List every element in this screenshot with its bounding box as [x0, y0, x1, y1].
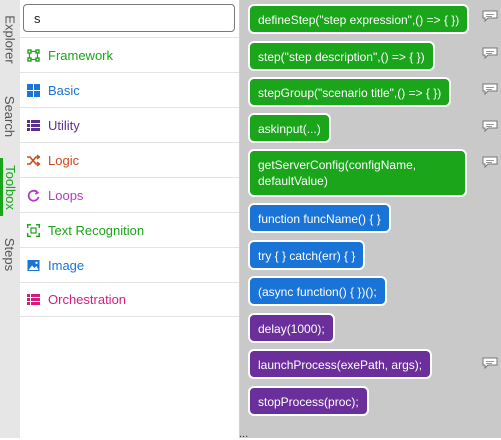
block-async-function[interactable]: (async function() { })(); — [248, 276, 387, 306]
category-basic-label: Basic — [48, 82, 80, 98]
category-logic[interactable]: Logic — [20, 142, 239, 177]
category-logic-label: Logic — [48, 152, 80, 168]
category-image[interactable]: Image — [20, 247, 239, 282]
comment-icon[interactable] — [482, 10, 498, 22]
category-utility-label: Utility — [48, 117, 80, 133]
orchestration-icon — [27, 293, 40, 306]
tab-explorer-label: Explorer — [2, 14, 18, 64]
category-framework-label: Framework — [48, 47, 114, 63]
block-try-catch[interactable]: try { } catch(err) { } — [248, 240, 366, 270]
utility-icon — [27, 119, 40, 132]
category-orchestration-label: Orchestration — [48, 292, 127, 307]
block-workspace[interactable]: defineStep("step expression",() => { }) … — [240, 0, 501, 438]
category-list: Framework Basic Utility Logic Loops Text… — [20, 37, 239, 317]
category-text-recognition[interactable]: Text Recognition — [20, 212, 239, 247]
category-text-recognition-label: Text Recognition — [48, 222, 145, 238]
comment-icon[interactable] — [482, 156, 498, 168]
category-image-label: Image — [48, 257, 85, 273]
comment-icon[interactable] — [482, 357, 498, 369]
tab-toolbox-label: Toolbox — [2, 164, 18, 210]
comment-icon[interactable] — [482, 120, 498, 132]
block-stop-process[interactable]: stopProcess(proc); — [248, 386, 369, 416]
block-step[interactable]: step("step description",() => { }) — [248, 41, 435, 71]
basic-icon — [27, 83, 40, 97]
block-get-server-config[interactable]: getServerConfig(configName, defaultValue… — [248, 149, 467, 197]
category-basic[interactable]: Basic — [20, 72, 239, 107]
comment-icon[interactable] — [482, 83, 498, 95]
tab-toolbox[interactable]: Toolbox — [0, 158, 20, 216]
block-step-group[interactable]: stepGroup("scenario title",() => { }) — [248, 77, 452, 107]
tab-steps-label: Steps — [2, 237, 18, 271]
block-delay[interactable]: delay(1000); — [248, 313, 335, 343]
category-loops[interactable]: Loops — [20, 177, 239, 212]
vertical-tab-strip: Explorer Search Toolbox Steps — [0, 0, 21, 438]
category-framework[interactable]: Framework — [20, 37, 239, 72]
category-utility[interactable]: Utility — [20, 107, 239, 142]
tab-explorer[interactable]: Explorer — [0, 0, 20, 78]
overflow-indicator: ... — [239, 428, 249, 440]
tab-steps[interactable]: Steps — [0, 218, 20, 290]
block-define-step[interactable]: defineStep("step expression",() => { }) — [248, 4, 470, 34]
tab-search[interactable]: Search — [0, 78, 20, 154]
category-orchestration[interactable]: Orchestration — [20, 282, 239, 317]
framework-icon — [27, 48, 40, 62]
tab-search-label: Search — [2, 95, 18, 137]
image-icon — [27, 259, 40, 272]
block-askinput[interactable]: askinput(...) — [248, 113, 331, 143]
block-launch-process[interactable]: launchProcess(exePath, args); — [248, 349, 433, 379]
block-function[interactable]: function funcName() { } — [248, 203, 391, 233]
text-recognition-icon — [27, 223, 40, 237]
comment-icon[interactable] — [482, 47, 498, 59]
search-input[interactable] — [23, 4, 235, 32]
loops-icon — [27, 189, 40, 202]
category-loops-label: Loops — [48, 187, 84, 203]
toolbox-panel: Framework Basic Utility Logic Loops — [20, 0, 240, 438]
logic-icon — [27, 153, 41, 167]
